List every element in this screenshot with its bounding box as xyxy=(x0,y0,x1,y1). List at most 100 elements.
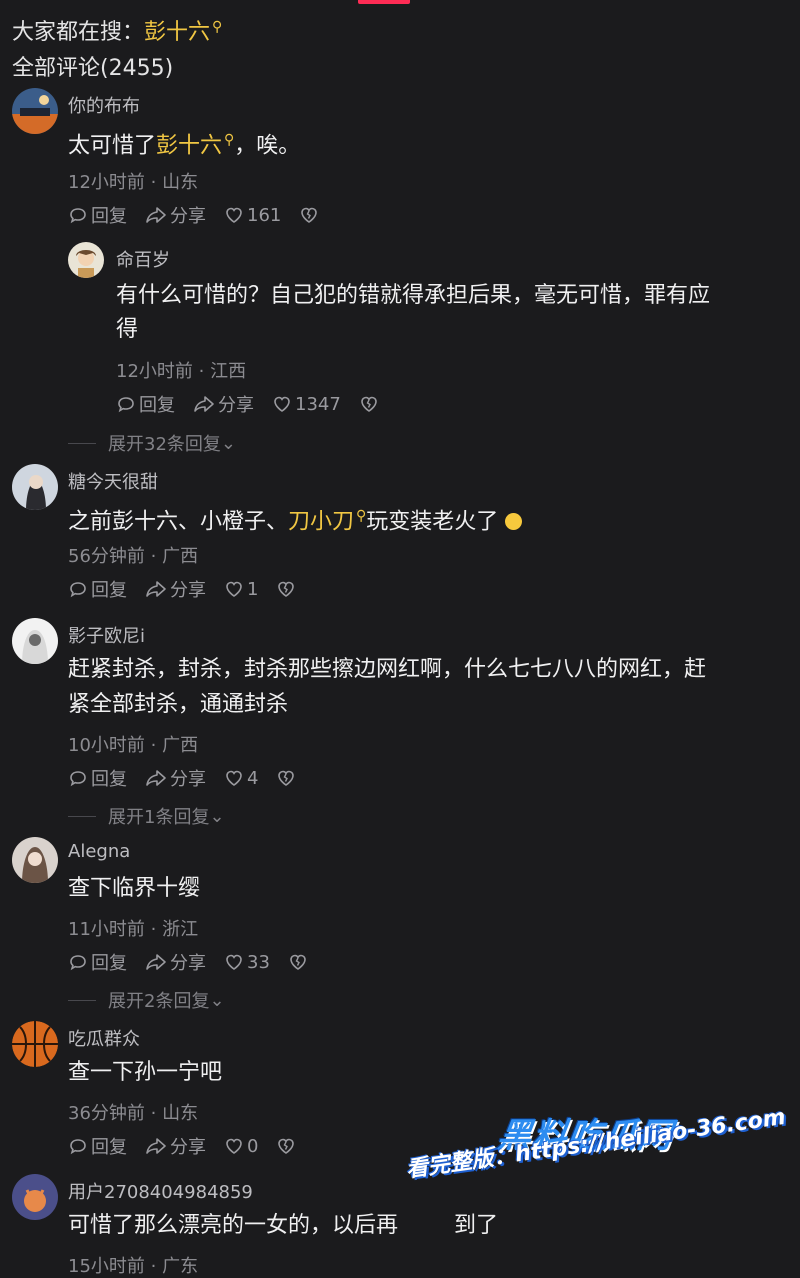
comment-actions: 回复 分享 1 xyxy=(68,576,317,602)
comment-actions: 回复 分享 4 xyxy=(68,765,317,791)
avatar-image xyxy=(68,242,104,278)
comment-username[interactable]: 用户2708404984859 xyxy=(68,1178,253,1204)
reply-button[interactable]: 回复 xyxy=(68,765,127,791)
comment-text: 太可惜了彭十六 ⚲，唉。 xyxy=(68,132,301,159)
expand-replies-button[interactable]: 展开1条回复 ⌄ xyxy=(68,803,225,829)
like-button[interactable]: 0 xyxy=(224,1136,258,1157)
comment-meta: 12小时前 · 山东 xyxy=(68,172,199,193)
comment-text: 可惜了那么漂亮的一女的，以后再 到了 xyxy=(68,1213,499,1238)
share-button[interactable]: 分享 xyxy=(145,949,206,975)
avatar-image xyxy=(12,618,58,664)
chevron-down-icon: ⌄ xyxy=(209,989,225,1011)
broken-heart-icon xyxy=(278,581,295,597)
search-icon: ⚲ xyxy=(224,132,235,148)
reply-icon xyxy=(70,208,86,224)
broken-heart-icon xyxy=(301,207,318,223)
like-button[interactable]: 161 xyxy=(224,205,281,226)
dislike-button[interactable] xyxy=(276,768,299,788)
dislike-button[interactable] xyxy=(288,952,311,972)
comments-total: 全部评论(2455) xyxy=(12,56,174,81)
smile-emoji-icon xyxy=(505,513,523,531)
avatar[interactable] xyxy=(12,88,58,134)
reply-button[interactable]: 回复 xyxy=(68,202,127,228)
broken-heart-icon xyxy=(278,770,295,786)
comment-text-line2: 紧全部封杀，通通封杀 xyxy=(68,692,289,717)
dislike-button[interactable] xyxy=(299,205,322,225)
comment-meta: 11小时前 · 浙江 xyxy=(68,919,199,940)
avatar-image xyxy=(12,1174,58,1220)
heart-icon xyxy=(274,396,290,412)
avatar[interactable] xyxy=(12,618,58,664)
share-icon xyxy=(146,770,166,786)
share-button[interactable]: 分享 xyxy=(145,576,206,602)
heart-icon xyxy=(226,581,242,597)
heart-icon xyxy=(226,770,242,786)
share-icon xyxy=(194,396,214,412)
share-button[interactable]: 分享 xyxy=(145,202,206,228)
comment-actions: 回复 分享 33 xyxy=(68,949,329,975)
share-button[interactable]: 分享 xyxy=(193,391,254,417)
comment-meta: 10小时前 · 广西 xyxy=(68,735,199,756)
broken-heart-icon xyxy=(361,396,377,412)
comment-text: 查下临界十缨 xyxy=(68,876,201,901)
like-button[interactable]: 33 xyxy=(224,952,270,973)
comment-username[interactable]: 影子欧尼i xyxy=(68,622,145,648)
expand-replies-button[interactable]: 展开2条回复 ⌄ xyxy=(68,987,225,1013)
reply-button[interactable]: 回复 xyxy=(68,1133,127,1159)
divider xyxy=(68,999,96,1001)
comment-actions: 回复 分享 0 xyxy=(68,1133,317,1159)
chevron-down-icon: ⌄ xyxy=(209,805,225,827)
share-icon xyxy=(146,207,166,223)
comment-text: 查一下孙一宁吧 xyxy=(68,1060,223,1085)
comment-meta: 56分钟前 · 广西 xyxy=(68,546,199,567)
avatar-image xyxy=(12,464,58,510)
share-button[interactable]: 分享 xyxy=(145,1133,206,1159)
top-indicator xyxy=(358,0,410,4)
comment-username[interactable]: 你的布布 xyxy=(68,92,140,118)
reply-button[interactable]: 回复 xyxy=(68,949,127,975)
reply-username[interactable]: 命百岁 xyxy=(116,246,170,272)
hot-search-line[interactable]: 大家都在搜：彭十六 ⚲ xyxy=(12,14,222,46)
broken-heart-icon xyxy=(278,1138,295,1154)
dislike-button[interactable] xyxy=(359,394,382,414)
avatar-image xyxy=(12,88,58,134)
reply-icon xyxy=(70,1139,86,1155)
hot-search-keyword[interactable]: 彭十六 xyxy=(144,20,210,45)
comment-meta: 15小时前 · 广东 xyxy=(68,1256,199,1277)
chevron-down-icon: ⌄ xyxy=(220,432,236,454)
reply-actions: 回复 分享 1347 xyxy=(116,391,400,417)
search-icon: ⚲ xyxy=(212,18,223,35)
avatar[interactable] xyxy=(12,1174,58,1220)
dislike-button[interactable] xyxy=(276,579,299,599)
dislike-button[interactable] xyxy=(276,1136,299,1156)
broken-heart-icon xyxy=(290,954,306,970)
share-icon xyxy=(146,581,166,597)
like-button[interactable]: 1 xyxy=(224,579,258,600)
avatar[interactable] xyxy=(12,464,58,510)
share-icon xyxy=(146,954,166,970)
comment-username[interactable]: 糖今天很甜 xyxy=(68,468,158,494)
comment-username[interactable]: Alegna xyxy=(68,841,130,862)
expand-replies-button[interactable]: 展开32条回复 ⌄ xyxy=(68,430,236,456)
like-button[interactable]: 4 xyxy=(224,768,258,789)
reply-avatar[interactable] xyxy=(68,242,104,278)
reply-icon xyxy=(70,955,86,971)
divider xyxy=(68,815,96,817)
search-icon: ⚲ xyxy=(356,508,367,524)
like-button[interactable]: 1347 xyxy=(272,394,341,415)
reply-button[interactable]: 回复 xyxy=(116,391,175,417)
share-button[interactable]: 分享 xyxy=(145,765,206,791)
hot-search-prefix: 大家都在搜： xyxy=(12,20,145,45)
avatar-image xyxy=(12,837,58,883)
reply-meta: 12小时前 · 江西 xyxy=(116,361,247,382)
avatar[interactable] xyxy=(12,1021,58,1067)
basketball-avatar-icon xyxy=(12,1021,58,1067)
comment-keyword-link[interactable]: 彭十六 xyxy=(156,133,222,158)
reply-button[interactable]: 回复 xyxy=(68,576,127,602)
avatar[interactable] xyxy=(12,837,58,883)
comment-username[interactable]: 吃瓜群众 xyxy=(68,1025,140,1051)
comment-keyword-link[interactable]: 刀小刀 xyxy=(288,509,354,534)
reply-icon xyxy=(118,397,134,413)
heart-icon xyxy=(226,207,242,223)
reply-text-line1: 有什么可惜的？自己犯的错就得承担后果，毫无可惜，罪有应 xyxy=(116,283,711,308)
